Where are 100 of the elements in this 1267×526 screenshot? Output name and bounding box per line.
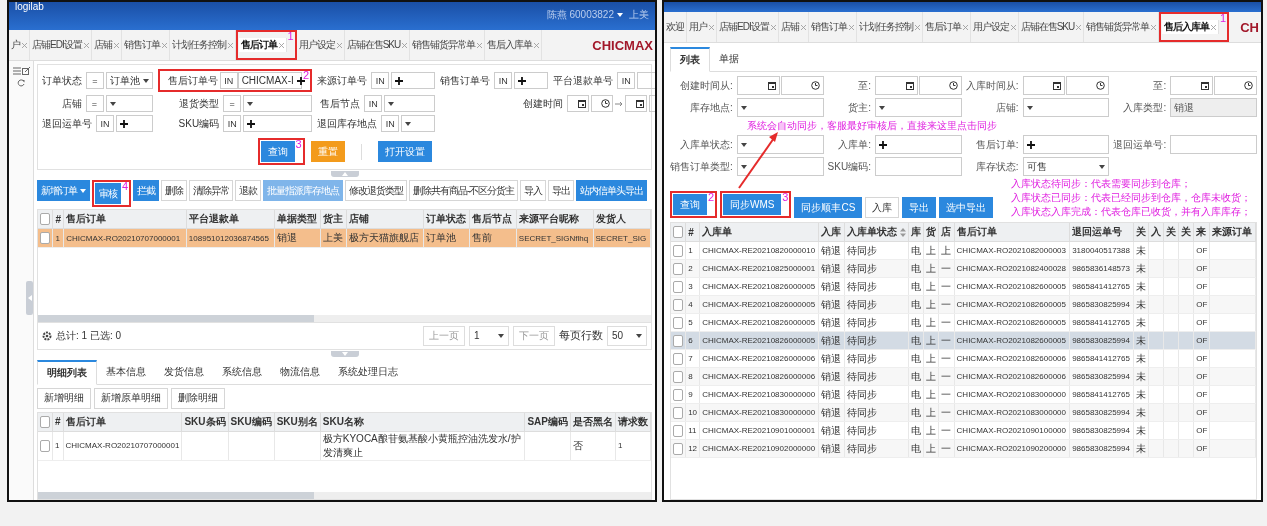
button[interactable]: 退款: [235, 180, 261, 201]
table-row[interactable]: 4 CHICMAX-RE20210826000005 销退 待同步 电 上 一 CHICMAX-RO2021082600005 9865830825994 未 OF: [671, 295, 1256, 314]
operator-select[interactable]: IN: [494, 72, 513, 89]
table-row[interactable]: 7 CHICMAX-RE20210826000006 销退 待同步 电 上 一 CHICMAX-RO2021082600006 9865841412765 未 OF: [671, 349, 1256, 368]
table-cell: 电: [908, 313, 924, 332]
tab[interactable]: 系统处理日志: [329, 359, 407, 384]
operator-select[interactable]: IN: [371, 72, 390, 89]
field-label: 库存状态:: [974, 159, 1019, 174]
table-cell: 上: [923, 313, 939, 332]
operator-select[interactable]: IN: [364, 95, 383, 112]
table-cell: CHICMAX-RE20210826000005: [699, 277, 819, 296]
table-row[interactable]: 1 CHICMAX-RO20210707000001 极方KYOCA酿苷氨基酸小黄瓶控油洗发水/护发清爽止 否 1: [38, 431, 651, 461]
operator-select[interactable]: IN: [381, 115, 400, 132]
button[interactable]: 导出: [902, 197, 937, 218]
tab[interactable]: 明细列表: [37, 359, 97, 385]
table-cell: 上: [923, 241, 939, 260]
tab[interactable]: 售后入库单: [485, 30, 543, 60]
operator-select[interactable]: =: [85, 95, 104, 112]
button[interactable]: 查询: [673, 194, 707, 215]
tab[interactable]: 售后订单: [922, 12, 971, 42]
step-number: 1: [287, 31, 294, 42]
annotation-note: 入库状态入库完成：代表仓库已收货，并有入库库存；: [1011, 206, 1251, 218]
tab[interactable]: 发货信息: [155, 359, 213, 384]
select-field[interactable]: 订单池: [106, 72, 153, 89]
table-row[interactable]: 9 CHICMAX-RE20210830000000 销退 待同步 电 上 一 CHICMAX-RO2021083000000 9865841412765 未 OF: [671, 385, 1256, 404]
button[interactable]: 删除: [161, 180, 187, 201]
tab[interactable]: 计划任务控制: [856, 12, 923, 42]
table-row[interactable]: 3 CHICMAX-RE20210826000005 销退 待同步 电 上 一 CHICMAX-RO2021082600005 9865841412765 未 OF: [671, 277, 1256, 296]
button[interactable]: 同步WMS: [723, 194, 782, 215]
tab[interactable]: 计划任务控制: [169, 30, 236, 60]
table-cell: OF: [1193, 277, 1210, 296]
tab[interactable]: 单据: [710, 47, 748, 71]
table-cell: 未: [1133, 277, 1149, 296]
button[interactable]: 查询: [260, 141, 295, 162]
button[interactable]: 新增订单: [37, 180, 90, 201]
tab[interactable]: 户: [9, 30, 30, 60]
tab[interactable]: 用户: [687, 12, 717, 42]
button[interactable]: 打开设置: [377, 141, 432, 162]
tab[interactable]: 基本信息: [97, 359, 155, 384]
tab[interactable]: 店铺EDI设置: [717, 12, 779, 42]
rows-per-page-select[interactable]: 50: [607, 325, 647, 346]
button[interactable]: 修改退货类型: [345, 180, 407, 201]
tab[interactable]: 用户设定: [970, 12, 1019, 42]
table-cell: 未: [1133, 349, 1149, 368]
column-header: SAP编码: [524, 412, 571, 432]
table-row[interactable]: 8 CHICMAX-RE20210826000006 销退 待同步 电 上 一 CHICMAX-RO2021082600006 9865830825994 未 OF: [671, 367, 1256, 386]
tab[interactable]: 销售铺货异常单: [1084, 12, 1160, 42]
input-field[interactable]: CHICMAX-I: [237, 72, 303, 89]
field-label: 创建时间从:: [679, 78, 733, 93]
rows-per-page-label: 每页行数: [559, 328, 603, 344]
tab[interactable]: 店铺在售SKU: [344, 30, 411, 60]
button[interactable]: 删除明细: [171, 387, 225, 409]
tab[interactable]: 销售铺货异常单: [410, 30, 486, 60]
table-row[interactable]: 1 CHICMAX-RE20210820000010 销退 待同步 电 上 上 CHICMAX-RO2021082000003 3180040517388 未 OF: [671, 241, 1256, 260]
table-row[interactable]: 2 CHICMAX-RE20210825000001 销退 待同步 电 上 一 CHICMAX-RO2021082400028 9865836148573 未 OF: [671, 259, 1256, 278]
table-row[interactable]: 12 CHICMAX-RE20210902000000 销退 待同步 电 上 一 CHICMAX-RO2021090200000 9865830825994 未 OF: [671, 439, 1256, 458]
tab[interactable]: 欢迎: [664, 12, 687, 42]
button[interactable]: 清除异常: [189, 180, 233, 201]
button[interactable]: 拦截: [133, 180, 159, 201]
button[interactable]: 导入: [520, 180, 547, 201]
table-cell: CHICMAX-RO20210707000001: [63, 431, 182, 461]
page-select[interactable]: 1: [469, 325, 509, 346]
table-row[interactable]: 1 CHICMAX-RO20210707000001 108951012036874565 销退 上美 极方天猫旗舰店 订单池 售前 SECRET_SIGNflhq SECRET_SIG: [38, 228, 651, 248]
operator-select[interactable]: IN: [96, 115, 114, 132]
tab[interactable]: 店铺: [778, 12, 809, 42]
tab[interactable]: 店铺: [91, 30, 122, 60]
user-menu[interactable]: 陈燕 60003822: [546, 8, 623, 22]
table-row[interactable]: 5 CHICMAX-RE20210826000005 销退 待同步 电 上 一 CHICMAX-RO2021082600005 9865841412765 未 OF: [671, 313, 1256, 332]
table-row[interactable]: 11 CHICMAX-RE20210901000001 销退 待同步 电 上 一 CHICMAX-RO2021090100000 9865830825994 未 OF: [671, 421, 1256, 440]
table-cell: 3180040517388: [1069, 241, 1134, 260]
tab[interactable]: 售后订单: [238, 38, 287, 52]
button[interactable]: 站内信单头导出: [576, 180, 648, 201]
select-field[interactable]: 可售: [1022, 157, 1110, 176]
table-row[interactable]: 6 CHICMAX-RE20210826000005 销退 待同步 电 上 一 CHICMAX-RO2021082600005 9865830825994 未 OF: [671, 331, 1256, 350]
button[interactable]: 新增原单明细: [94, 387, 168, 409]
button[interactable]: 新增明细: [37, 387, 91, 409]
operator-select[interactable]: =: [223, 95, 242, 112]
tab[interactable]: 店铺EDI设置: [30, 30, 92, 60]
tab[interactable]: 售后入库单: [1162, 20, 1220, 34]
field-label: 退回运单号:: [1113, 137, 1167, 152]
tab[interactable]: 店铺在售SKU: [1018, 12, 1085, 42]
tab[interactable]: 列表: [670, 47, 710, 72]
tab[interactable]: 用户设定: [296, 30, 345, 60]
tab[interactable]: 系统信息: [213, 359, 271, 384]
column-header: 售后订单: [63, 210, 187, 229]
operator-select[interactable]: IN: [223, 115, 242, 132]
button[interactable]: 审核: [95, 183, 121, 204]
table-cell: 1: [685, 241, 700, 260]
button[interactable]: 删除共有商品-不区分货主: [409, 180, 519, 201]
button[interactable]: 入库: [865, 197, 900, 218]
tab[interactable]: 销售订单: [121, 30, 170, 60]
button[interactable]: 选中导出: [939, 197, 994, 218]
tab[interactable]: 销售订单: [808, 12, 857, 42]
button[interactable]: 同步顺丰CS: [794, 197, 863, 218]
button[interactable]: 导出: [548, 180, 575, 201]
tab[interactable]: 物流信息: [271, 359, 329, 384]
operator-select[interactable]: =: [86, 72, 104, 89]
table-row[interactable]: 10 CHICMAX-RE20210830000000 销退 待同步 电 上 一 CHICMAX-RO2021083000000 9865830825994 未 OF: [671, 403, 1256, 422]
operator-select[interactable]: IN: [219, 72, 238, 89]
operator-select[interactable]: IN: [617, 72, 636, 89]
